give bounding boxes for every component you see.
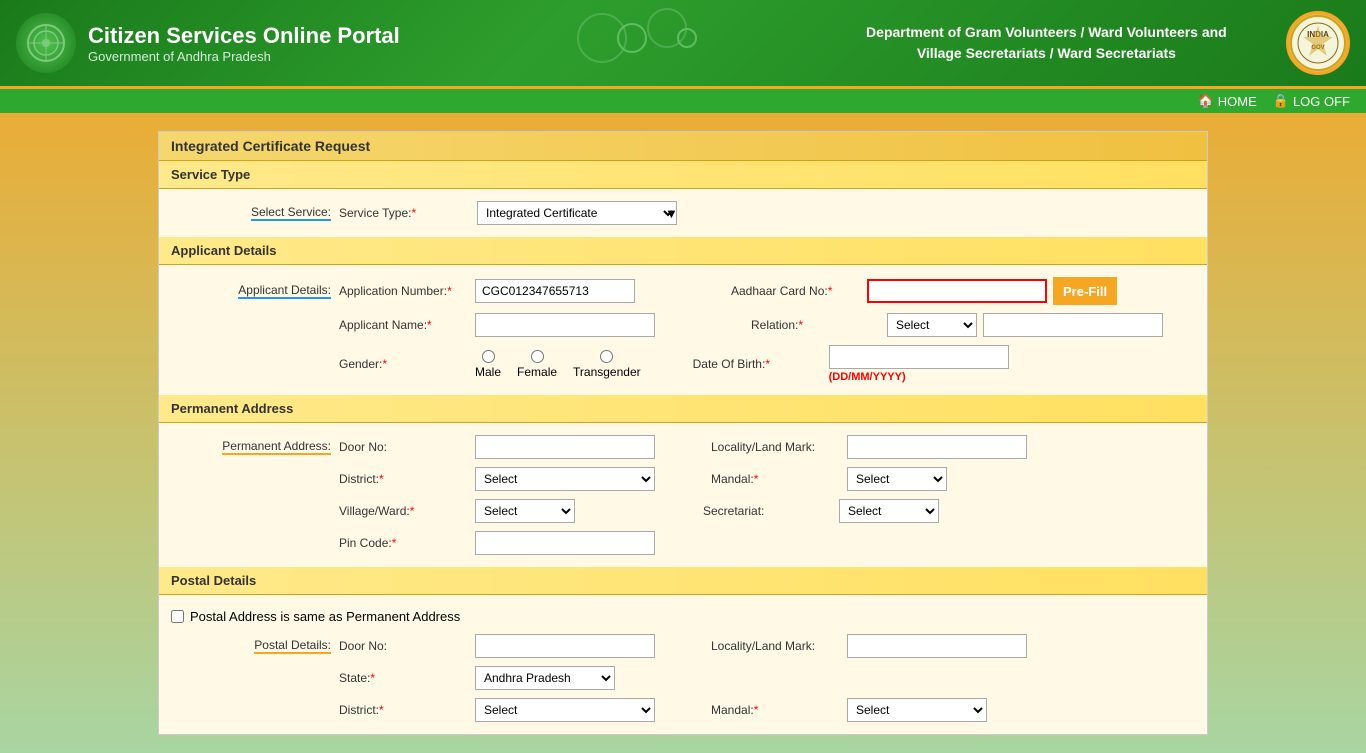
postal-details-sidebar-label: Postal Details: bbox=[171, 638, 331, 654]
postal-same-row: Postal Address is same as Permanent Addr… bbox=[159, 603, 1207, 630]
postal-locality-label: Locality/Land Mark: bbox=[711, 639, 841, 653]
gender-transgender-radio[interactable] bbox=[600, 350, 613, 363]
service-type-select[interactable]: Integrated Certificate bbox=[477, 201, 677, 225]
pin-code-row: Pin Code:* bbox=[159, 527, 1207, 559]
postal-door-input[interactable] bbox=[475, 634, 655, 658]
postal-details-section: Postal Address is same as Permanent Addr… bbox=[159, 595, 1207, 734]
door-no-label: Door No: bbox=[339, 440, 469, 454]
portal-title: Citizen Services Online Portal bbox=[88, 23, 567, 49]
postal-mandal-select[interactable]: Select bbox=[847, 698, 987, 722]
form-title: Integrated Certificate Request bbox=[159, 132, 1207, 161]
relation-label: Relation:* bbox=[751, 318, 881, 332]
service-type-field-label: Service Type:* bbox=[339, 206, 469, 220]
gender-dob-row: Gender:* Male Female Trans bbox=[159, 341, 1207, 387]
service-type-row: Select Service: Service Type:* Integrate… bbox=[159, 197, 1207, 229]
applicant-details-label-row: Applicant Details: Application Number:* … bbox=[159, 273, 1207, 309]
navigation-bar: 🏠 HOME 🔒 LOG OFF bbox=[0, 89, 1366, 113]
department-name: Department of Gram Volunteers / Ward Vol… bbox=[807, 22, 1286, 64]
gender-label: Gender:* bbox=[339, 357, 469, 371]
select-service-label: Select Service: bbox=[171, 205, 331, 221]
logoff-link[interactable]: 🔒 LOG OFF bbox=[1273, 93, 1350, 109]
permanent-address-section: Permanent Address: Door No: Locality/Lan… bbox=[159, 423, 1207, 567]
applicant-details-section: Applicant Details: Application Number:* … bbox=[159, 265, 1207, 395]
postal-mandal-label: Mandal:* bbox=[711, 703, 841, 717]
page-header: Citizen Services Online Portal Governmen… bbox=[0, 0, 1366, 89]
applicant-details-section-header: Applicant Details bbox=[159, 237, 1207, 265]
locality-input[interactable] bbox=[847, 435, 1027, 459]
service-type-section: Select Service: Service Type:* Integrate… bbox=[159, 189, 1207, 237]
locality-label: Locality/Land Mark: bbox=[711, 440, 841, 454]
postal-district-mandal-row: District:* Select Mandal:* Select bbox=[159, 694, 1207, 726]
postal-door-row: Postal Details: Door No: Locality/Land M… bbox=[159, 630, 1207, 662]
app-number-input[interactable] bbox=[475, 279, 635, 303]
dob-hint: (DD/MM/YYYY) bbox=[829, 371, 1009, 383]
lock-icon: 🔒 bbox=[1273, 93, 1289, 109]
applicant-name-row: Applicant Name:* Relation:* Select bbox=[159, 309, 1207, 341]
aadhaar-input[interactable] bbox=[867, 279, 1047, 303]
state-row: State:* Andhra Pradesh bbox=[159, 662, 1207, 694]
portal-subtitle: Government of Andhra Pradesh bbox=[88, 49, 567, 64]
postal-district-select[interactable]: Select bbox=[475, 698, 655, 722]
app-number-label: Application Number:* bbox=[339, 284, 469, 298]
permanent-address-label-row: Permanent Address: Door No: Locality/Lan… bbox=[159, 431, 1207, 463]
district-select[interactable]: Select bbox=[475, 467, 655, 491]
relation-select[interactable]: Select bbox=[887, 313, 977, 337]
gender-radio-group: Male Female Transgender bbox=[475, 350, 641, 379]
dob-input[interactable] bbox=[829, 345, 1009, 369]
postal-same-label[interactable]: Postal Address is same as Permanent Addr… bbox=[190, 609, 460, 624]
relation-name-input[interactable] bbox=[983, 313, 1163, 337]
gender-male: Male bbox=[475, 350, 501, 379]
postal-locality-input[interactable] bbox=[847, 634, 1027, 658]
main-form: Integrated Certificate Request Service T… bbox=[158, 131, 1208, 735]
secretariat-label: Secretariat: bbox=[703, 504, 833, 518]
applicant-details-sidebar-label: Applicant Details: bbox=[171, 283, 331, 299]
permanent-address-sidebar-label: Permanent Address: bbox=[171, 439, 331, 455]
dob-label: Date Of Birth:* bbox=[693, 357, 823, 371]
gender-male-radio[interactable] bbox=[482, 350, 495, 363]
village-select[interactable]: Select bbox=[475, 499, 575, 523]
district-mandal-row: District:* Select Mandal:* Select bbox=[159, 463, 1207, 495]
government-emblem-icon: INDIA GOV bbox=[1286, 11, 1350, 75]
door-no-input[interactable] bbox=[475, 435, 655, 459]
postal-door-label: Door No: bbox=[339, 639, 469, 653]
applicant-name-input[interactable] bbox=[475, 313, 655, 337]
aadhaar-label: Aadhaar Card No:* bbox=[731, 284, 861, 298]
village-secretariat-row: Village/Ward:* Select Secretariat: Selec… bbox=[159, 495, 1207, 527]
home-link[interactable]: 🏠 HOME bbox=[1198, 93, 1257, 109]
state-select[interactable]: Andhra Pradesh bbox=[475, 666, 615, 690]
applicant-name-label: Applicant Name:* bbox=[339, 318, 469, 332]
secretariat-select[interactable]: Select bbox=[839, 499, 939, 523]
gender-transgender: Transgender bbox=[573, 350, 641, 379]
permanent-address-section-header: Permanent Address bbox=[159, 395, 1207, 423]
prefill-button[interactable]: Pre-Fill bbox=[1053, 277, 1117, 305]
postal-details-section-header: Postal Details bbox=[159, 567, 1207, 595]
district-label: District:* bbox=[339, 472, 469, 486]
pin-code-label: Pin Code:* bbox=[339, 536, 469, 550]
home-icon: 🏠 bbox=[1198, 93, 1214, 109]
state-label: State:* bbox=[339, 671, 469, 685]
gender-female: Female bbox=[517, 350, 557, 379]
gender-female-radio[interactable] bbox=[531, 350, 544, 363]
mandal-label: Mandal:* bbox=[711, 472, 841, 486]
postal-same-checkbox[interactable] bbox=[171, 610, 184, 623]
portal-title-block: Citizen Services Online Portal Governmen… bbox=[88, 23, 567, 64]
postal-district-label: District:* bbox=[339, 703, 469, 717]
pin-code-input[interactable] bbox=[475, 531, 655, 555]
portal-logo-icon bbox=[16, 13, 76, 73]
mandal-select[interactable]: Select bbox=[847, 467, 947, 491]
village-label: Village/Ward:* bbox=[339, 504, 469, 518]
service-type-section-header: Service Type bbox=[159, 161, 1207, 189]
